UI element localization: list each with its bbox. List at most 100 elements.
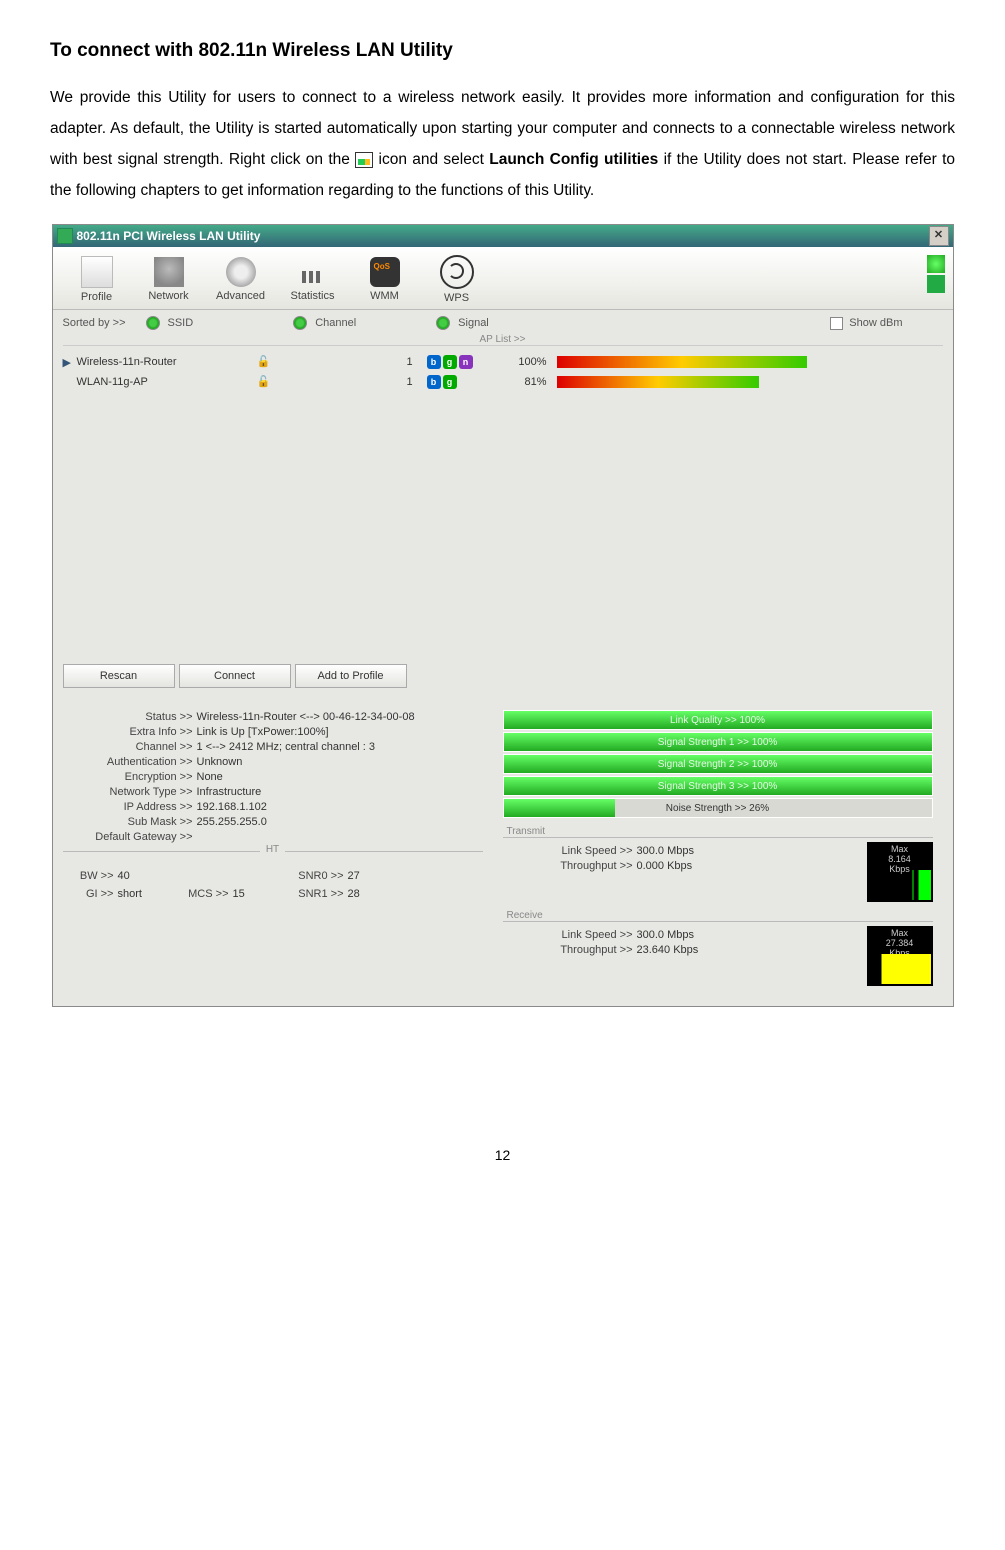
sort-bar: Sorted by >> SSID Channel Signal Show dB… xyxy=(53,310,953,330)
network-label: Network xyxy=(148,290,188,302)
prose-mid: icon and select xyxy=(379,151,490,168)
ap-list-label: AP List >> xyxy=(63,334,943,346)
ip-value: 192.168.1.102 xyxy=(197,801,483,813)
network-icon xyxy=(154,257,184,287)
receive-header: Receive xyxy=(503,910,933,922)
sort-ssid-radio[interactable] xyxy=(146,316,160,330)
profile-icon xyxy=(81,256,113,288)
statistics-label: Statistics xyxy=(290,290,334,302)
launch-phrase: Launch Config utilities xyxy=(489,151,658,168)
ap-list[interactable]: ▶ Wireless-11n-Router 1 bgn 100% WLAN-11… xyxy=(53,348,953,656)
snr0-value: 27 xyxy=(348,870,403,882)
ap-row[interactable]: ▶ Wireless-11n-Router 1 bgn 100% xyxy=(63,352,943,372)
mask-label: Sub Mask >> xyxy=(63,816,197,828)
extra-value: Link is Up [TxPower:100%] xyxy=(197,726,483,738)
status-icons xyxy=(927,253,945,295)
profile-tab[interactable]: Profile xyxy=(61,254,133,303)
channel-label: Channel >> xyxy=(63,741,197,753)
lock-icon xyxy=(257,355,271,369)
rx-tp-label: Throughput >> xyxy=(503,944,637,956)
tx-speed-label: Link Speed >> xyxy=(503,845,637,857)
ap-name: Wireless-11n-Router xyxy=(77,356,257,368)
selected-arrow-icon: ▶ xyxy=(63,356,77,369)
wmm-tab[interactable]: WMM xyxy=(349,255,421,302)
show-dbm-label: Show dBm xyxy=(849,317,902,329)
signal3-meter: Signal Strength 3 >> 100% xyxy=(503,776,933,796)
nettype-label: Network Type >> xyxy=(63,786,197,798)
tray-icon xyxy=(355,152,373,168)
ap-badges: bg xyxy=(427,375,487,389)
rx-max-box: Max 27.384 Kbps xyxy=(867,926,933,986)
signal1-meter: Signal Strength 1 >> 100% xyxy=(503,732,933,752)
ap-row[interactable]: WLAN-11g-AP 1 bg 81% xyxy=(63,372,943,392)
wmm-label: WMM xyxy=(370,290,399,302)
add-profile-button[interactable]: Add to Profile xyxy=(295,664,407,688)
status-icon[interactable] xyxy=(927,275,945,293)
noise-meter: Noise Strength >> 26% xyxy=(503,798,933,818)
gi-value: short xyxy=(118,888,173,900)
sort-channel-radio[interactable] xyxy=(293,316,307,330)
sort-signal-radio[interactable] xyxy=(436,316,450,330)
tx-max-label: Max xyxy=(891,844,908,854)
profile-label: Profile xyxy=(81,291,112,303)
show-dbm-checkbox[interactable] xyxy=(830,317,843,330)
ap-badges: bgn xyxy=(427,355,487,369)
snr1-value: 28 xyxy=(348,888,403,900)
ht-grid: BW >>40 SNR0 >>27 GI >>short MCS >>15 SN… xyxy=(63,870,483,900)
ip-label: IP Address >> xyxy=(63,801,197,813)
channel-value: 1 <--> 2412 MHz; central channel : 3 xyxy=(197,741,483,753)
sort-label: Sorted by >> xyxy=(63,317,126,329)
rx-tp-value: 23.640 Kbps xyxy=(637,944,859,956)
rx-speed-label: Link Speed >> xyxy=(503,929,637,941)
tx-tp-label: Throughput >> xyxy=(503,860,637,872)
wps-tab[interactable]: WPS xyxy=(421,253,493,304)
receive-row: Link Speed >>300.0 Mbps Throughput >>23.… xyxy=(503,926,933,986)
snr1-label: SNR1 >> xyxy=(288,888,348,900)
advanced-tab[interactable]: Advanced xyxy=(205,255,277,302)
enc-label: Encryption >> xyxy=(63,771,197,783)
ap-channel: 1 xyxy=(407,376,427,388)
app-icon xyxy=(57,228,73,244)
ap-channel: 1 xyxy=(407,356,427,368)
transmit-header: Transmit xyxy=(503,826,933,838)
mask-value: 255.255.255.0 xyxy=(197,816,483,828)
bw-label: BW >> xyxy=(63,870,118,882)
sort-ssid-label: SSID xyxy=(168,317,194,329)
rescan-button[interactable]: Rescan xyxy=(63,664,175,688)
transmit-row: Link Speed >>300.0 Mbps Throughput >>0.0… xyxy=(503,842,933,902)
rx-max-value: 27.384 xyxy=(886,938,914,948)
extra-label: Extra Info >> xyxy=(63,726,197,738)
page-number: 12 xyxy=(50,1147,955,1163)
network-tab[interactable]: Network xyxy=(133,255,205,302)
statistics-tab[interactable]: Statistics xyxy=(277,255,349,302)
tx-tp-value: 0.000 Kbps xyxy=(637,860,859,872)
sort-signal-label: Signal xyxy=(458,317,489,329)
mcs-value: 15 xyxy=(233,888,288,900)
ap-percent: 81% xyxy=(487,376,557,388)
ap-percent: 100% xyxy=(487,356,557,368)
info-column: Status >>Wireless-11n-Router <--> 00-46-… xyxy=(63,708,483,986)
nettype-value: Infrastructure xyxy=(197,786,483,798)
qos-icon xyxy=(370,257,400,287)
intro-paragraph: We provide this Utility for users to con… xyxy=(50,82,955,206)
close-icon[interactable]: ✕ xyxy=(929,226,949,246)
status-label: Status >> xyxy=(63,711,197,723)
radio-on-icon[interactable] xyxy=(927,255,945,273)
gw-label: Default Gateway >> xyxy=(63,831,197,843)
tx-speed-value: 300.0 Mbps xyxy=(637,845,859,857)
lower-panel: Status >>Wireless-11n-Router <--> 00-46-… xyxy=(53,702,953,1006)
signal2-meter: Signal Strength 2 >> 100% xyxy=(503,754,933,774)
sort-channel-label: Channel xyxy=(315,317,356,329)
toolbar: Profile Network Advanced Statistics WMM … xyxy=(53,247,953,310)
auth-label: Authentication >> xyxy=(63,756,197,768)
gw-value xyxy=(197,831,483,843)
gi-label: GI >> xyxy=(63,888,118,900)
utility-window: 802.11n PCI Wireless LAN Utility ✕ Profi… xyxy=(52,224,954,1007)
snr0-label: SNR0 >> xyxy=(288,870,348,882)
enc-value: None xyxy=(197,771,483,783)
wps-label: WPS xyxy=(444,292,469,304)
connect-button[interactable]: Connect xyxy=(179,664,291,688)
page-title: To connect with 802.11n Wireless LAN Uti… xyxy=(50,40,955,62)
bw-value: 40 xyxy=(118,870,173,882)
gear-icon xyxy=(226,257,256,287)
